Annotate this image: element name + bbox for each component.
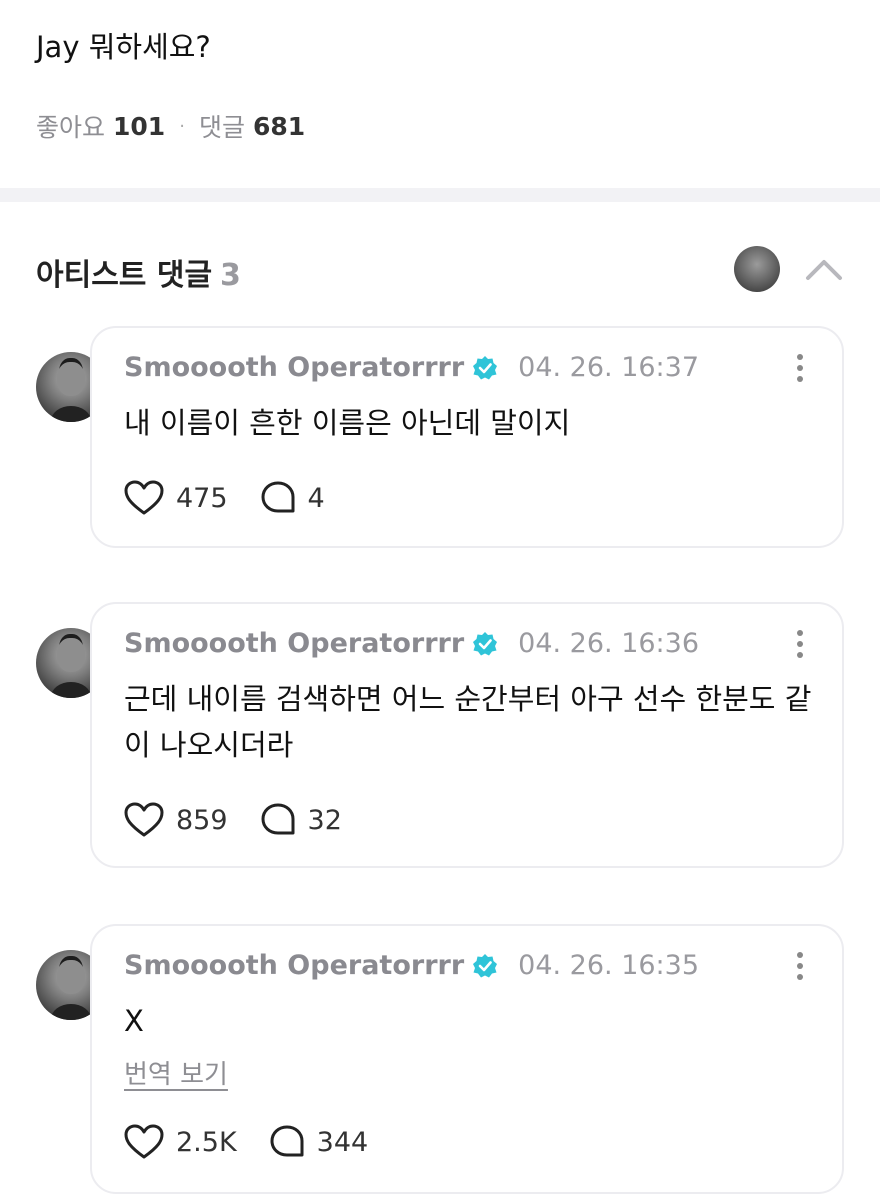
comment-actions: 475 4 (124, 480, 325, 516)
verified-badge-icon (473, 631, 498, 655)
post-header: Jay 뭐하세요? 좋아요 101 · 댓글 681 (0, 0, 880, 188)
artist-avatar[interactable] (734, 246, 780, 292)
like-count: 2.5K (176, 1126, 237, 1158)
more-options-button[interactable] (792, 354, 808, 388)
comment-meta: Smooooth Operatorrrr 04. 26. 16:36 (124, 628, 699, 659)
artist-comments-header: 아티스트 댓글 3 (36, 246, 844, 296)
section-title-label: 아티스트 댓글 (36, 258, 213, 293)
like-button[interactable]: 859 (124, 802, 228, 838)
likes-label: 좋아요 (36, 113, 106, 142)
reply-count: 344 (316, 1126, 369, 1158)
verified-badge-icon (473, 355, 498, 379)
comment-time: 04. 26. 16:35 (518, 950, 700, 981)
more-options-button[interactable] (792, 630, 808, 664)
comments-label[interactable]: 댓글 (199, 108, 245, 144)
reply-button[interactable]: 32 (260, 802, 342, 838)
like-button[interactable]: 475 (124, 480, 228, 516)
comment-author[interactable]: Smooooth Operatorrrr (124, 950, 464, 981)
comment-card: Smooooth Operatorrrr 04. 26. 16:35 X 번역 … (90, 924, 844, 1194)
post-text: Jay 뭐하세요? (36, 30, 211, 64)
heart-icon (124, 480, 164, 515)
reply-count: 32 (307, 804, 342, 836)
stats-separator: · (179, 115, 185, 137)
comment-time: 04. 26. 16:37 (518, 352, 700, 383)
heart-icon (124, 802, 164, 837)
section-title: 아티스트 댓글 3 (36, 250, 241, 294)
collapse-button[interactable] (804, 254, 844, 284)
like-button[interactable]: 2.5K (124, 1124, 237, 1160)
comment-text: 내 이름이 흔한 이름은 아닌데 말이지 (124, 406, 571, 440)
verified-badge-icon (473, 953, 498, 977)
comment-thread: Smooooth Operatorrrr 04. 26. 16:35 X 번역 … (0, 924, 880, 1194)
comment-author[interactable]: Smooooth Operatorrrr (124, 628, 464, 659)
reply-bubble-icon (261, 481, 295, 513)
translate-link[interactable]: 번역 보기 (124, 1054, 228, 1091)
comment-card: Smooooth Operatorrrr 04. 26. 16:36 근데 내이… (90, 602, 844, 868)
reply-bubble-icon (270, 1125, 304, 1157)
comment-text: X (124, 1004, 144, 1038)
reply-button[interactable]: 4 (260, 480, 325, 516)
heart-icon (124, 1124, 164, 1159)
comment-actions: 859 32 (124, 802, 342, 838)
likes-count: 101 (113, 111, 166, 141)
more-options-button[interactable] (792, 952, 808, 986)
like-count: 475 (176, 482, 228, 514)
reply-count: 4 (307, 482, 325, 514)
reply-button[interactable]: 344 (269, 1124, 369, 1160)
comment-card: Smooooth Operatorrrr 04. 26. 16:37 내 이름이… (90, 326, 844, 548)
like-count: 859 (176, 804, 228, 836)
section-divider (0, 188, 880, 202)
comment-text: 근데 내이름 검색하면 어느 순간부터 아구 선수 한분도 같이 나오시더라 (124, 682, 812, 762)
post-stats: 좋아요 101 · 댓글 681 (36, 108, 305, 144)
comment-thread: Smooooth Operatorrrr 04. 26. 16:36 근데 내이… (0, 602, 880, 868)
section-count: 3 (220, 258, 241, 293)
reply-bubble-icon (261, 803, 295, 835)
comment-actions: 2.5K 344 (124, 1124, 368, 1160)
comments-count[interactable]: 681 (253, 112, 305, 141)
comment-meta: Smooooth Operatorrrr 04. 26. 16:35 (124, 950, 699, 981)
comment-meta: Smooooth Operatorrrr 04. 26. 16:37 (124, 352, 699, 383)
chevron-up-icon (806, 260, 842, 280)
comment-thread: Smooooth Operatorrrr 04. 26. 16:37 내 이름이… (0, 326, 880, 548)
comment-author[interactable]: Smooooth Operatorrrr (124, 352, 464, 383)
comment-time: 04. 26. 16:36 (518, 628, 700, 659)
